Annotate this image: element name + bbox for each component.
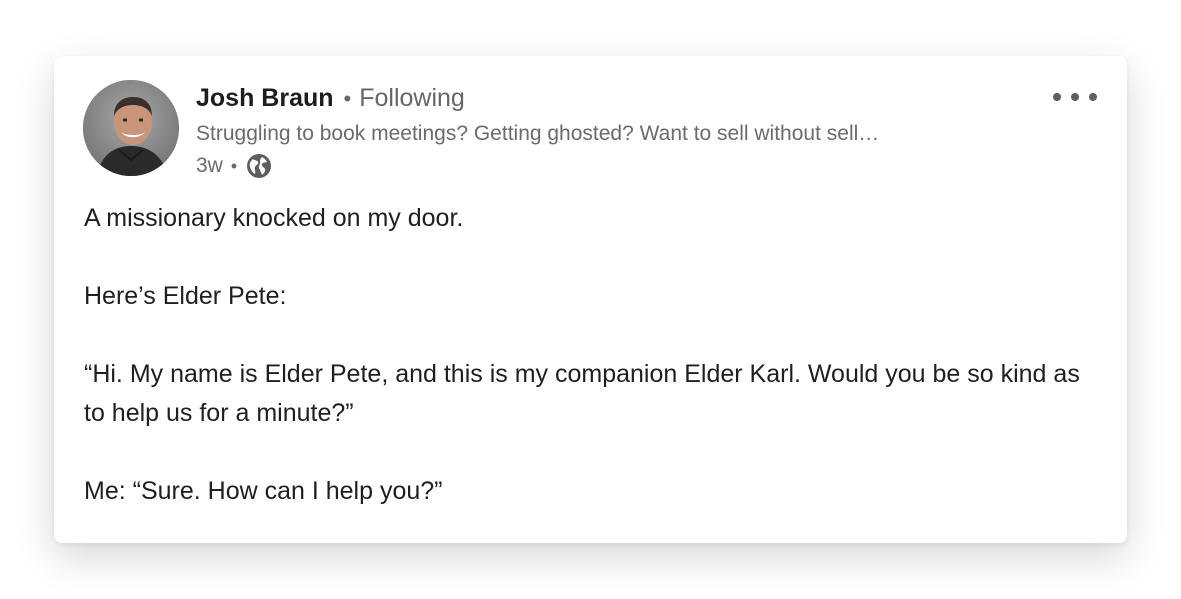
separator-dot: • — [343, 86, 352, 111]
post-meta: 3w • — [196, 151, 1027, 181]
post-paragraph: Me: “Sure. How can I help you?” — [84, 477, 443, 505]
more-options-icon[interactable] — [1053, 86, 1097, 108]
author-headline: Struggling to book meetings? Getting gho… — [196, 122, 880, 145]
more-dot — [1053, 93, 1061, 101]
more-dot — [1089, 93, 1097, 101]
post-header: Josh Braun • Following Struggling to boo… — [196, 84, 1027, 181]
avatar-photo-icon — [83, 80, 179, 176]
author-avatar[interactable] — [83, 80, 179, 176]
globe-icon — [245, 152, 273, 180]
author-name[interactable]: Josh Braun — [196, 84, 334, 113]
post-paragraph: Here’s Elder Pete: — [84, 282, 287, 310]
post-paragraph: A missionary knocked on my door. — [84, 204, 464, 232]
post-paragraph: “Hi. My name is Elder Pete, and this is … — [84, 360, 1080, 427]
post-timestamp: 3w — [196, 154, 223, 177]
more-dot — [1071, 93, 1079, 101]
separator-dot: • — [230, 155, 238, 176]
post-body: A missionary knocked on my door. Here’s … — [84, 199, 1097, 511]
post-card: Josh Braun • Following Struggling to boo… — [54, 56, 1127, 543]
follow-status[interactable]: Following — [359, 84, 465, 113]
author-row: Josh Braun • Following — [196, 84, 1027, 118]
